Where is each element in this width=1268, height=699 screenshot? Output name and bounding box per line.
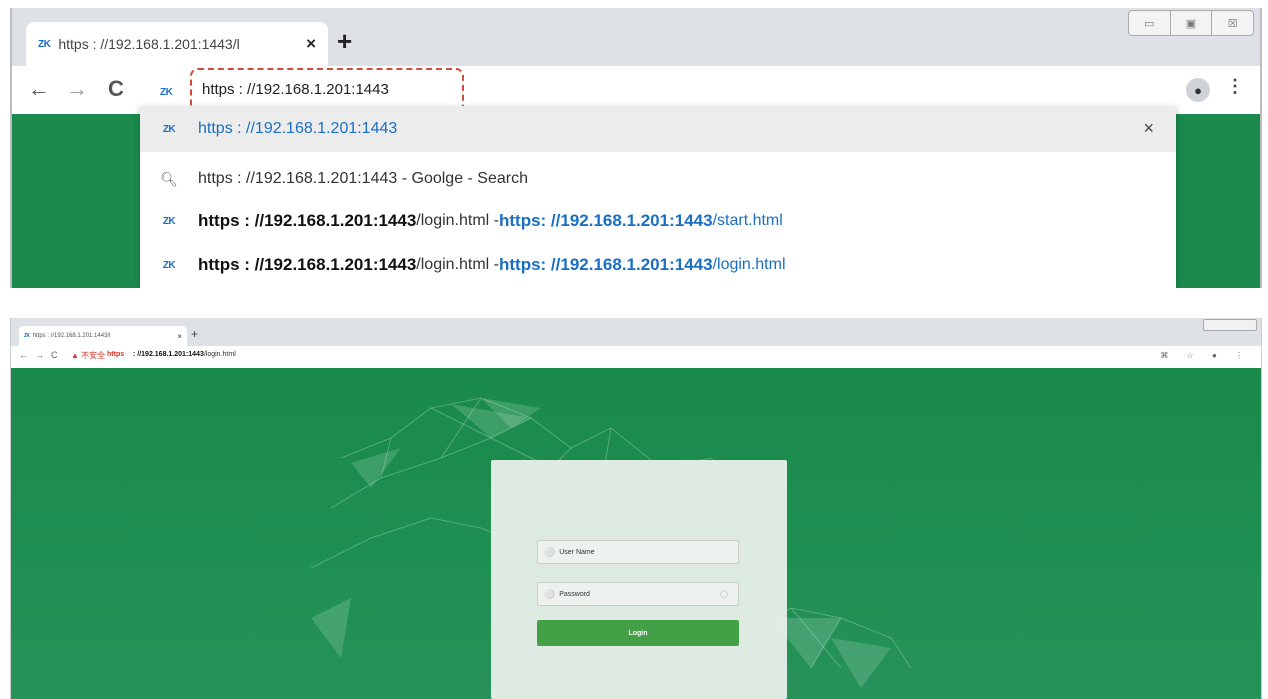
new-tab-button[interactable]: +	[337, 26, 352, 56]
back-arrow-icon[interactable]: ←	[19, 350, 28, 360]
browser-tab[interactable]: ZK https : //192.168.1.201:1443/l ×	[26, 22, 328, 66]
suggestion-path: /login.html -	[416, 212, 499, 229]
suggestion-text: https : //192.168.1.201:1443	[198, 120, 398, 137]
forward-arrow-icon[interactable]: →	[35, 350, 44, 360]
user-icon: ⚪	[544, 546, 556, 557]
login-card: ⚪ User Name ⚪ Password ◯ Login	[491, 460, 787, 699]
page-background-right	[1174, 114, 1260, 288]
suggestion-item[interactable]: ZK https : //192.168.1.201:1443 ×	[140, 106, 1176, 152]
tab-strip: ZK https : //192.168.1.201:1443/l × + ▭ …	[12, 8, 1260, 66]
remove-suggestion-icon[interactable]: ×	[1143, 118, 1154, 139]
zk-favicon-icon: ZK	[24, 333, 30, 339]
suggestion-path-2: /login.html	[712, 256, 786, 273]
reload-icon[interactable]: C	[51, 350, 58, 360]
toolbar-right-icons[interactable]: ⌘ ☆ ● ⋮	[1160, 351, 1251, 360]
tab-title: https : //192.168.1.201:1443/l	[32, 333, 111, 339]
suggestion-host: : //192.168.1.201:1443	[540, 255, 713, 274]
tab-close-icon[interactable]: ×	[177, 332, 182, 341]
back-arrow-icon[interactable]: ←	[28, 74, 50, 104]
profile-avatar[interactable]: ●	[1186, 78, 1210, 102]
browser-toolbar: ← → C ▲ 不安全 https : //192.168.1.201:1443…	[11, 346, 1261, 368]
suggestion-text: https : //192.168.1.201:1443 - Goolge - …	[198, 170, 528, 187]
url-host: : //192.168.1.201:1443	[133, 351, 204, 358]
close-window-button[interactable]: ☒	[1212, 11, 1253, 35]
tab-strip: ZK https : //192.168.1.201:1443/l × +	[11, 318, 1261, 346]
login-button[interactable]: Login	[537, 620, 739, 646]
zk-favicon-icon: ZK	[162, 259, 176, 271]
zk-favicon-icon: ZK	[162, 215, 176, 227]
forward-arrow-icon[interactable]: →	[66, 74, 88, 104]
lock-icon: ⚪	[544, 588, 556, 599]
window-controls: ▭ ▣ ☒	[1128, 10, 1254, 36]
tab-title: https : //192.168.1.201:1443/l	[58, 36, 240, 52]
login-page-background: ⚪ User Name ⚪ Password ◯ Login	[11, 368, 1261, 699]
suggestion-bold-url: https : //192.168.1.201:1443	[198, 255, 417, 274]
page-background-left	[12, 114, 140, 288]
suggestion-scheme: https	[499, 255, 541, 274]
menu-kebab-icon[interactable]: ⋮	[1226, 76, 1244, 97]
url-scheme: https	[107, 351, 125, 358]
search-icon: 🔍︎	[160, 170, 178, 187]
window-controls[interactable]	[1203, 319, 1257, 331]
zk-favicon-icon: ZK	[162, 123, 176, 135]
url-path: /login.html	[203, 351, 236, 358]
address-bar-input[interactable]: : //192.168.1.201:1443/login.html	[133, 351, 236, 358]
minimize-button[interactable]: ▭	[1129, 11, 1171, 35]
username-placeholder: User Name	[559, 548, 595, 556]
tab-close-icon[interactable]: ×	[306, 34, 316, 54]
maximize-button[interactable]: ▣	[1171, 11, 1213, 35]
not-secure-warning[interactable]: ▲ 不安全	[71, 350, 105, 361]
reload-icon[interactable]: C	[108, 74, 124, 104]
password-placeholder: Password	[559, 590, 590, 598]
omnibox-zk-favicon-icon: ZK	[160, 87, 173, 98]
browser-window-bottom: ZK https : //192.168.1.201:1443/l × + ← …	[10, 318, 1262, 699]
eye-icon[interactable]: ◯	[720, 590, 728, 598]
zk-favicon-icon: ZK	[38, 38, 51, 50]
suggestion-item[interactable]: ZK https : //192.168.1.201:1443/login.ht…	[140, 198, 1176, 244]
username-field[interactable]: ⚪ User Name	[537, 540, 739, 564]
browser-window-top: ZK https : //192.168.1.201:1443/l × + ▭ …	[10, 8, 1262, 288]
suggestion-path: /login.html -	[416, 256, 499, 273]
suggestion-item[interactable]: 🔍︎ https : //192.168.1.201:1443 - Goolge…	[140, 156, 1176, 202]
person-icon: ●	[1194, 82, 1202, 98]
suggestion-bold-url: https : //192.168.1.201:1443	[198, 211, 417, 230]
omnibox-suggestions: ZK https : //192.168.1.201:1443 × 🔍︎ htt…	[140, 106, 1176, 288]
suggestion-path-2: /start.html	[712, 212, 783, 229]
new-tab-button[interactable]: +	[191, 327, 198, 341]
suggestion-host: : //192.168.1.201:1443	[540, 211, 713, 230]
browser-tab[interactable]: ZK https : //192.168.1.201:1443/l ×	[19, 326, 187, 346]
password-field[interactable]: ⚪ Password ◯	[537, 582, 739, 606]
suggestion-item[interactable]: ZK https : //192.168.1.201:1443/login.ht…	[140, 242, 1176, 288]
suggestion-scheme: https	[499, 211, 541, 230]
